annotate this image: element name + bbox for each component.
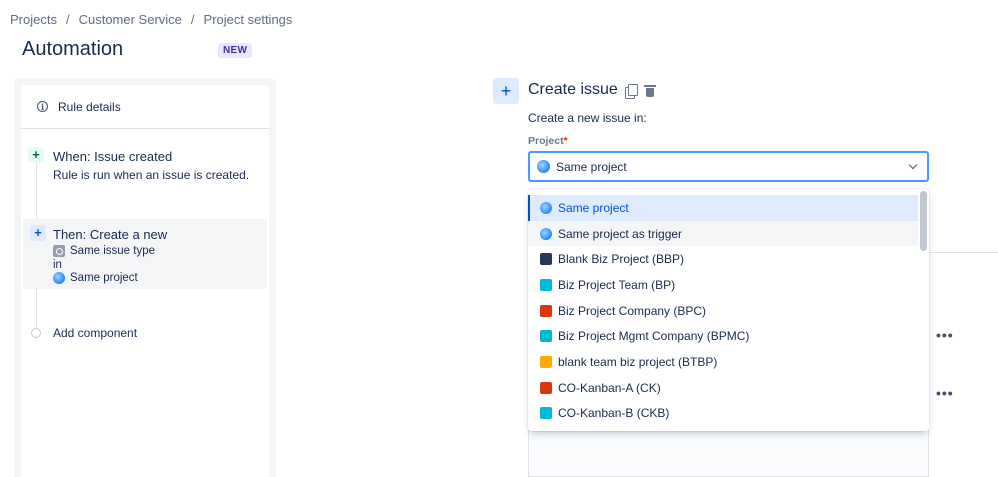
new-badge: NEW xyxy=(218,43,253,58)
dropdown-option[interactable]: CO-Kanban-A (CK) xyxy=(528,375,918,401)
book-avatar-icon xyxy=(540,355,552,368)
add-component-button[interactable]: Add component xyxy=(21,321,269,345)
chevron-down-icon xyxy=(909,162,917,170)
issue-type-icon xyxy=(53,245,65,257)
dropdown-option-label: Biz Project Company (BPC) xyxy=(558,303,707,318)
dropdown-option[interactable]: Same project as trigger xyxy=(528,220,918,247)
rule-details-label: Rule details xyxy=(58,99,121,114)
rule-details-item[interactable]: i Rule details xyxy=(21,85,269,129)
globe-icon xyxy=(540,201,552,214)
project-dropdown-menu: Same project Same project as trigger Blank… xyxy=(528,189,929,431)
rule-steps: i Rule details + When: Issue created Rul… xyxy=(21,85,269,477)
globe-icon xyxy=(540,227,552,240)
project-select-value: Same project xyxy=(556,159,627,174)
plus-icon: + xyxy=(30,225,46,241)
board-avatar-icon xyxy=(540,407,552,420)
trigger-title: When: Issue created xyxy=(53,149,173,164)
breadcrumb-separator: / xyxy=(190,12,195,27)
board-avatar-icon xyxy=(540,381,552,394)
dropdown-option-label: Same project as trigger xyxy=(558,226,683,241)
action-in: in xyxy=(53,259,62,271)
project-label-text: Project xyxy=(528,135,564,147)
breadcrumb-project-settings[interactable]: Project settings xyxy=(204,12,293,27)
project-field-label: Project* xyxy=(528,135,568,147)
notepad-avatar-icon xyxy=(540,278,552,291)
dropdown-option[interactable]: Biz Project Mgmt Company (BPMC) xyxy=(528,323,918,349)
dropdown-option-label: CO-Kanban-A (CK) xyxy=(558,380,661,395)
breadcrumb-customer-service[interactable]: Customer Service xyxy=(79,12,182,27)
scrollbar[interactable] xyxy=(920,191,927,429)
config-title: Create issue xyxy=(528,81,618,98)
satellite-avatar-icon xyxy=(540,304,552,317)
page-title: Automation xyxy=(22,38,124,60)
dropdown-option[interactable]: Blank Biz Project (BBP) xyxy=(528,246,918,272)
issue-type-label: Same issue type xyxy=(70,245,156,257)
project-select[interactable]: Same project xyxy=(528,151,929,182)
action-project: Same project xyxy=(53,272,138,284)
trigger-description: Rule is run when an issue is created. xyxy=(53,168,250,182)
dropdown-option-label: Biz Project Mgmt Company (BPMC) xyxy=(558,329,750,344)
plus-icon: + xyxy=(493,78,519,104)
dropdown-option-label: blank team biz project (BTBP) xyxy=(558,354,718,369)
dropdown-options: Same project Same project as trigger Blank… xyxy=(528,195,918,426)
config-subtitle: Create a new issue in: xyxy=(528,111,647,125)
rule-panel: i Rule details + When: Issue created Rul… xyxy=(14,78,276,477)
breadcrumb: Projects / Customer Service / Project se… xyxy=(10,12,292,27)
plus-icon: + xyxy=(28,147,44,163)
circle-icon xyxy=(31,328,41,338)
required-mark: * xyxy=(563,135,568,147)
action-title: Then: Create a new xyxy=(53,227,168,242)
dropdown-option-label: Blank Biz Project (BBP) xyxy=(558,252,685,267)
info-icon: i xyxy=(37,101,48,112)
dropdown-option-label: CO-Kanban-B (CKB) xyxy=(558,406,670,421)
trash-icon[interactable] xyxy=(644,84,656,98)
scrollbar-thumb[interactable] xyxy=(920,191,927,251)
action-step[interactable]: + Then: Create a new Same issue type in … xyxy=(23,219,267,289)
breadcrumb-separator: / xyxy=(65,12,70,27)
globe-icon xyxy=(537,160,550,173)
dropdown-option-label: Same project xyxy=(558,200,629,215)
dropdown-option[interactable]: Biz Project Company (BPC) xyxy=(528,298,918,324)
more-icon[interactable]: ••• xyxy=(936,327,954,343)
globe-icon xyxy=(53,272,65,284)
breadcrumb-projects[interactable]: Projects xyxy=(10,12,57,27)
add-component-label: Add component xyxy=(53,326,138,340)
rocket-avatar-icon xyxy=(540,253,552,266)
plane-avatar-icon xyxy=(540,330,552,343)
trigger-step[interactable]: + When: Issue created Rule is run when a… xyxy=(21,141,269,201)
project-label: Same project xyxy=(70,272,138,284)
dropdown-option[interactable]: CO-Kanban-B (CKB) xyxy=(528,401,918,427)
dropdown-option[interactable]: Same project xyxy=(528,195,918,221)
dropdown-option-label: Biz Project Team (BP) xyxy=(558,277,676,292)
copy-icon[interactable] xyxy=(625,84,638,99)
more-icon[interactable]: ••• xyxy=(936,385,954,401)
divider xyxy=(929,252,998,253)
action-issue-type: Same issue type xyxy=(53,245,155,257)
dropdown-option[interactable]: Biz Project Team (BP) xyxy=(528,272,918,298)
dropdown-option[interactable]: blank team biz project (BTBP) xyxy=(528,349,918,375)
